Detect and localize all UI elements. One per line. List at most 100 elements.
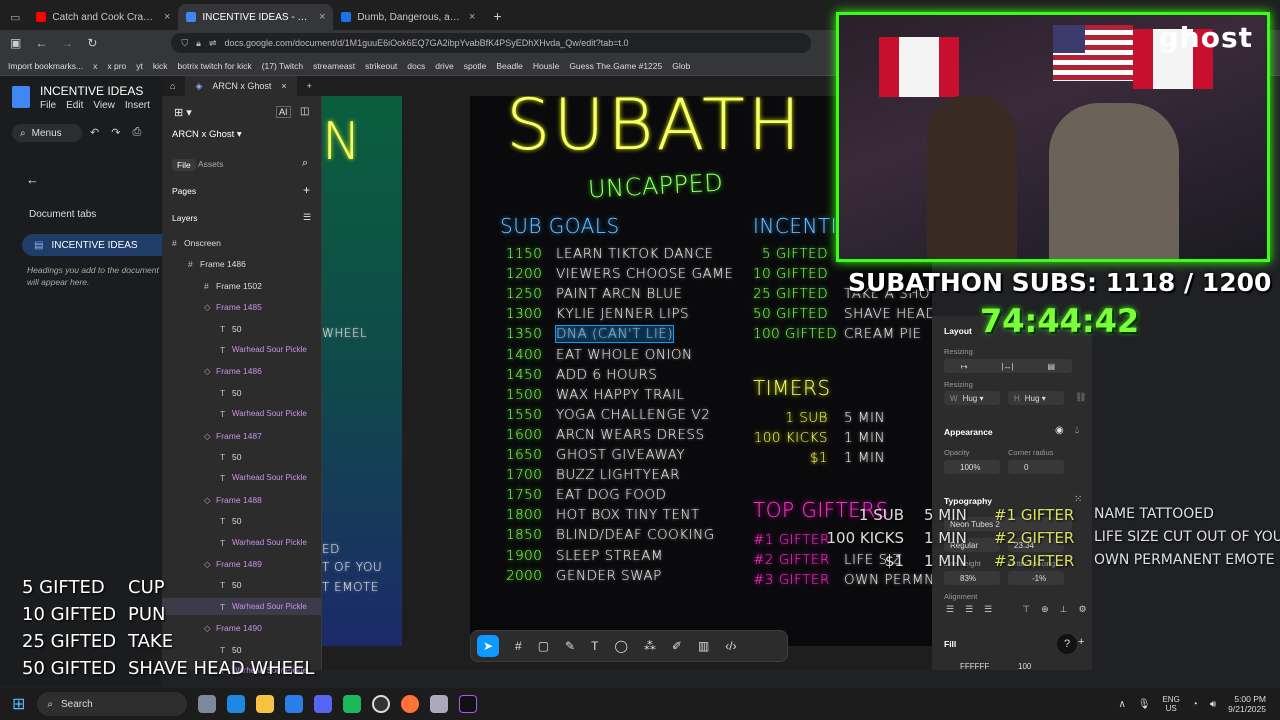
- mic-icon[interactable]: 🎙︎: [1138, 699, 1151, 710]
- line-height-field[interactable]: 83%: [944, 571, 1000, 585]
- docs-menu-item[interactable]: View: [93, 100, 115, 111]
- draw-tool-icon[interactable]: ✐: [672, 639, 682, 653]
- comment-tool-icon[interactable]: ◯: [614, 639, 627, 653]
- sub-goal-text[interactable]: BUZZ LIGHTYEAR: [556, 467, 680, 483]
- back-icon[interactable]: ←: [35, 36, 47, 50]
- corner-radius-field[interactable]: 0: [1008, 460, 1064, 474]
- letter-spacing-field[interactable]: -1%: [1008, 571, 1064, 585]
- browser-tab-1[interactable]: INCENTIVE IDEAS - Google Docs ×: [178, 4, 334, 30]
- volume-icon[interactable]: 🔊︎: [1210, 699, 1216, 710]
- bookmark-item[interactable]: drive: [435, 61, 453, 71]
- tray-chevron-icon[interactable]: ∧: [1118, 699, 1125, 710]
- layers-options-icon[interactable]: ☰: [303, 212, 311, 223]
- constrain-icon[interactable]: ⛓: [1075, 392, 1086, 403]
- resizing-mode-toggle[interactable]: ↦ |↔| ▤: [944, 359, 1072, 373]
- bookmark-item[interactable]: Import bookmarks...: [8, 61, 83, 71]
- fill-opacity[interactable]: 100: [1018, 662, 1031, 671]
- sub-goal-text[interactable]: PAINT ARCN BLUE: [556, 286, 683, 302]
- bookmark-item[interactable]: Beadle: [496, 61, 522, 71]
- bookmark-item[interactable]: x: [93, 61, 97, 71]
- sub-goal-text[interactable]: EAT WHOLE ONION: [556, 347, 693, 363]
- align-center-icon[interactable]: ☰: [965, 604, 973, 615]
- bookmark-item[interactable]: spotle: [464, 61, 487, 71]
- align-bottom-icon[interactable]: ⊥: [1060, 604, 1068, 615]
- ai-icon[interactable]: AI: [276, 106, 291, 118]
- close-tab-icon[interactable]: ×: [281, 81, 286, 91]
- start-icon[interactable]: ⊞: [12, 694, 25, 714]
- undo-icon[interactable]: ↶: [90, 126, 99, 139]
- tracking-icon[interactable]: ⛉: [181, 38, 188, 49]
- sub-goal-text[interactable]: WAX HAPPY TRAIL: [556, 387, 685, 403]
- dev-tool-icon[interactable]: ▥: [698, 639, 709, 653]
- figma-menu-icon[interactable]: ⊞ ▾: [174, 106, 192, 119]
- home-icon[interactable]: ⌂: [170, 81, 175, 91]
- layout-toggle-icon[interactable]: ◫: [300, 106, 309, 117]
- align-top-icon[interactable]: ⊤: [1022, 604, 1030, 615]
- bookmark-item[interactable]: yt: [136, 61, 143, 71]
- new-tab-button[interactable]: +: [493, 8, 501, 24]
- new-figma-tab-icon[interactable]: +: [307, 81, 312, 91]
- pen-tool-icon[interactable]: ✎: [565, 639, 575, 653]
- url-field[interactable]: ⛉ 🔒︎ ⇌ docs.google.com/document/d/1M1guu…: [171, 33, 812, 53]
- sub-goal-text[interactable]: GENDER SWAP: [556, 568, 662, 584]
- spotify-app-icon[interactable]: [343, 695, 362, 713]
- obs-app-icon[interactable]: [372, 695, 391, 713]
- pages-heading[interactable]: Pages: [172, 186, 196, 196]
- bookmark-item[interactable]: docs: [407, 61, 425, 71]
- search-layers-icon[interactable]: ⌕: [302, 157, 308, 170]
- docs-menu-item[interactable]: Insert: [125, 100, 150, 111]
- clock[interactable]: 5:00 PM 9/21/2025: [1228, 694, 1266, 714]
- text-styles-icon[interactable]: ⁙: [1074, 494, 1082, 505]
- sub-goal-text[interactable]: BLIND/DEAF COOKING: [556, 527, 715, 543]
- bookmark-item[interactable]: botrix twitch for kick: [178, 61, 252, 71]
- fill-icon[interactable]: ▤: [1048, 362, 1056, 371]
- bookmark-item[interactable]: (17) Twitch: [262, 61, 303, 71]
- panel-tab-assets[interactable]: Assets: [198, 159, 224, 169]
- taskbar-search[interactable]: ⌕ Search: [37, 692, 188, 716]
- sub-goal-text[interactable]: ADD 6 HOURS: [556, 367, 657, 383]
- redo-icon[interactable]: ↷: [111, 126, 120, 139]
- layer-row[interactable]: [162, 320, 321, 337]
- sub-goal-text[interactable]: SLEEP STREAM: [556, 548, 663, 564]
- move-tool-icon[interactable]: ➤: [477, 635, 499, 657]
- width-field[interactable]: W Hug ▾: [944, 391, 1000, 405]
- explorer-app-icon[interactable]: [256, 695, 275, 713]
- wifi-icon[interactable]: ◔: [1192, 699, 1198, 710]
- fixed-icon[interactable]: ↦: [961, 362, 968, 371]
- back-arrow-icon[interactable]: ←: [26, 172, 39, 187]
- add-fill-icon[interactable]: +: [1078, 636, 1084, 648]
- fill-hex[interactable]: FFFFFF: [960, 662, 989, 671]
- layer-row[interactable]: [162, 384, 321, 401]
- tab-search-icon[interactable]: ▭: [10, 11, 20, 24]
- sub-goal-text[interactable]: YOGA CHALLENGE V2: [556, 407, 710, 423]
- frame-tool-icon[interactable]: #: [515, 639, 522, 653]
- settings-app-icon[interactable]: [198, 695, 217, 713]
- layer-row[interactable]: [162, 641, 321, 658]
- bookmark-item[interactable]: Glob: [672, 61, 690, 71]
- height-field[interactable]: H Hug ▾: [1008, 391, 1064, 405]
- sub-goal-text[interactable]: KYLIE JENNER LIPS: [556, 306, 689, 322]
- layer-row[interactable]: [162, 512, 321, 529]
- docs-menu-item[interactable]: Edit: [66, 100, 83, 111]
- visibility-icon[interactable]: ◉: [1055, 425, 1064, 436]
- help-icon[interactable]: ?: [1057, 634, 1077, 654]
- blend-icon[interactable]: 💧︎: [1075, 425, 1079, 436]
- actions-tool-icon[interactable]: ⁂: [644, 639, 656, 653]
- align-left-icon[interactable]: ☰: [946, 604, 954, 615]
- browser-tab-0[interactable]: Catch and Cook Crabs & Clams ×: [28, 4, 178, 30]
- tab-close-icon[interactable]: ×: [164, 11, 170, 23]
- hug-icon[interactable]: |↔|: [1001, 362, 1013, 371]
- bookmark-item[interactable]: kick: [153, 61, 168, 71]
- print-icon[interactable]: ⎙: [132, 126, 141, 139]
- doc-tab-incentive-ideas[interactable]: ▤ INCENTIVE IDEAS: [22, 234, 162, 256]
- sub-goal-text[interactable]: HOT BOX TINY TENT: [556, 507, 700, 523]
- type-settings-icon[interactable]: ⚙: [1078, 604, 1086, 615]
- sub-goal-text[interactable]: GHOST GIVEAWAY: [556, 447, 685, 463]
- bookmark-item[interactable]: strikeout: [365, 61, 397, 71]
- tab-close-icon[interactable]: ×: [469, 11, 475, 23]
- sidebar-icon[interactable]: ▣: [10, 36, 21, 50]
- opacity-field[interactable]: 100%: [944, 460, 1000, 474]
- project-name[interactable]: ARCN x Ghost ▾: [172, 129, 242, 140]
- panel-tab-file[interactable]: File: [172, 159, 196, 171]
- sub-goal-text[interactable]: VIEWERS CHOOSE GAME: [556, 266, 733, 282]
